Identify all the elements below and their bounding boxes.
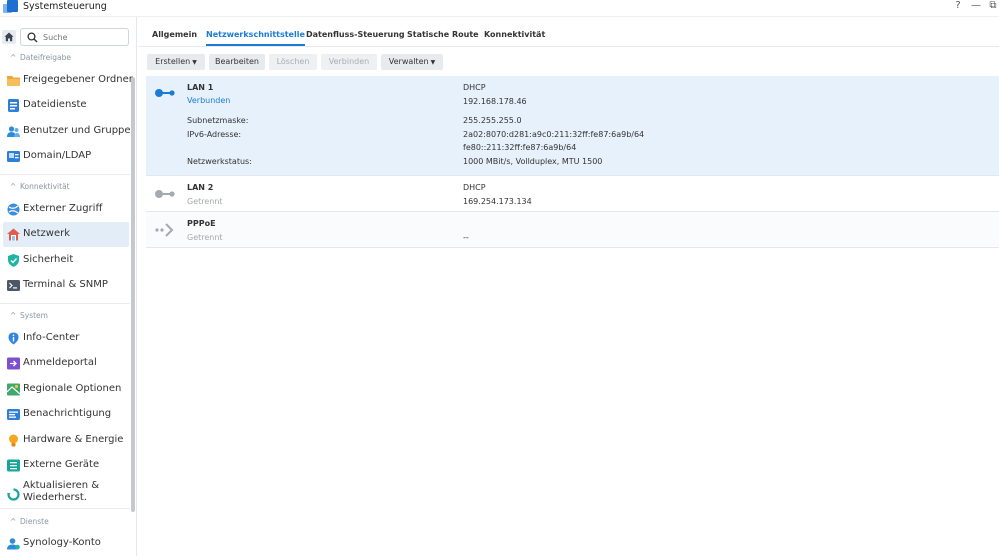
sidebar-item-sicherheit[interactable]: Sicherheit <box>3 248 129 273</box>
sidebar-item-anmeldeportal[interactable]: Anmeldeportal <box>3 351 129 376</box>
interface-ip: 169.254.173.134 <box>463 197 532 206</box>
interface-status: Verbunden <box>187 96 231 105</box>
main-panel: Allgemein Netzwerkschnittstelle Datenflu… <box>138 17 999 556</box>
section-dateifreigabe[interactable]: ^ Dateifreigabe <box>10 53 71 62</box>
section-system[interactable]: ^ System <box>10 311 48 320</box>
section-divider <box>0 174 130 175</box>
disconnected-plug-icon <box>155 190 175 198</box>
search-icon <box>27 32 38 43</box>
create-button[interactable]: Erstellen ▼ <box>147 54 205 70</box>
interface-row-pppoe[interactable]: PPPoE Getrennt -- <box>146 212 999 248</box>
caret-down-icon: ▼ <box>430 59 436 66</box>
network-status-label: Netzwerkstatus: <box>187 157 252 166</box>
connect-button[interactable]: Verbinden <box>321 54 377 70</box>
sidebar-scrollbar[interactable] <box>131 77 135 512</box>
sidebar-item-freigegebener-ordner[interactable]: Freigegebener Ordner <box>3 68 133 93</box>
tab-statische-route[interactable]: Statische Route <box>407 30 479 39</box>
notification-icon <box>7 409 20 420</box>
network-house-icon <box>7 228 20 241</box>
tab-konnektivitaet[interactable]: Konnektivität <box>484 30 545 39</box>
title-bar: Systemsteuerung ? — ⧉ <box>0 0 999 17</box>
section-divider <box>0 303 130 304</box>
sidebar-item-benachrichtigung[interactable]: Benachrichtigung <box>3 402 129 427</box>
subnet-value: 255.255.255.0 <box>463 116 522 125</box>
terminal-icon <box>7 280 20 291</box>
home-button[interactable] <box>2 30 16 44</box>
manage-button[interactable]: Verwalten ▼ <box>381 54 443 70</box>
sidebar-item-benutzer-und-gruppe[interactable]: Benutzer und Gruppe <box>3 119 131 144</box>
update-restore-icon <box>7 488 20 501</box>
shield-icon <box>8 254 19 267</box>
section-divider <box>0 508 130 509</box>
lightbulb-icon <box>9 434 18 447</box>
interface-row-lan2[interactable]: LAN 2 Getrennt DHCP 169.254.173.134 <box>146 176 999 212</box>
interface-name: LAN 2 <box>187 183 214 192</box>
user-group-icon <box>7 126 20 137</box>
search-input[interactable] <box>43 30 125 44</box>
interface-name: LAN 1 <box>187 83 214 92</box>
tab-datenfluss-steuerung[interactable]: Datenfluss-Steuerung <box>306 30 405 39</box>
pppoe-icon <box>155 223 174 237</box>
network-status-value: 1000 MBit/s, Vollduplex, MTU 1500 <box>463 157 603 166</box>
ipv6-value-1: 2a02:8070:d281:a9c0:211:32ff:fe87:6a9b/6… <box>463 130 645 139</box>
interface-ip: 192.168.178.46 <box>463 97 527 106</box>
interface-ip: -- <box>463 233 469 242</box>
sidebar-item-netzwerk[interactable]: Netzwerk <box>3 222 129 247</box>
regional-options-icon <box>7 383 20 396</box>
external-access-icon <box>7 203 20 216</box>
account-icon <box>7 538 20 550</box>
chevron-up-icon: ^ <box>10 182 17 191</box>
delete-button[interactable]: Löschen <box>269 54 317 70</box>
sidebar-item-terminal-snmp[interactable]: Terminal & SNMP <box>3 273 129 298</box>
interface-row-lan1[interactable]: LAN 1 Verbunden DHCP 192.168.178.46 Subn… <box>146 76 999 176</box>
interface-mode: DHCP <box>463 83 486 92</box>
login-portal-icon <box>7 357 20 370</box>
help-button[interactable]: ? <box>952 0 964 11</box>
ipv6-label: IPv6-Adresse: <box>187 130 242 139</box>
sidebar-item-domain-ldap[interactable]: Domain/LDAP <box>3 144 129 169</box>
domain-ldap-icon <box>7 151 20 162</box>
minimize-button[interactable]: — <box>970 0 982 11</box>
tab-netzwerkschnittstelle[interactable]: Netzwerkschnittstelle <box>206 30 305 46</box>
info-center-icon <box>8 332 19 345</box>
restore-button[interactable]: ⧉ <box>987 0 999 11</box>
section-dienste[interactable]: ^ Dienste <box>10 517 49 526</box>
sidebar: ^Dateifreigabe Freigegebener Ordner Date… <box>0 17 137 556</box>
connected-plug-icon <box>155 89 175 97</box>
window-title: Systemsteuerung <box>23 1 107 12</box>
sidebar-item-regionale-optionen[interactable]: Regionale Optionen <box>3 377 129 402</box>
interface-name: PPPoE <box>187 219 216 228</box>
chevron-up-icon: ^ <box>10 517 17 526</box>
chevron-up-icon: ^ <box>10 53 17 62</box>
sidebar-item-dateidienste[interactable]: Dateidienste <box>3 93 129 118</box>
sidebar-item-info-center[interactable]: Info-Center <box>3 326 129 351</box>
sidebar-item-synology-konto[interactable]: Synology-Konto <box>3 531 129 556</box>
shared-folder-icon <box>7 76 20 86</box>
interface-mode: DHCP <box>463 183 486 192</box>
sidebar-item-externer-zugriff[interactable]: Externer Zugriff <box>3 197 129 222</box>
edit-button[interactable]: Bearbeiten <box>209 54 265 70</box>
tab-allgemein[interactable]: Allgemein <box>152 30 197 39</box>
interface-status: Getrennt <box>187 233 223 242</box>
control-panel-app-icon <box>3 0 18 13</box>
subnet-label: Subnetzmaske: <box>187 116 249 125</box>
external-devices-icon <box>7 459 20 472</box>
ipv6-value-2: fe80::211:32ff:fe87:6a9b/64 <box>463 143 577 152</box>
caret-down-icon: ▼ <box>192 59 197 66</box>
home-icon <box>4 32 14 42</box>
tab-bar: Allgemein Netzwerkschnittstelle Datenflu… <box>138 17 999 47</box>
file-services-icon <box>8 99 19 112</box>
section-konnektivitaet[interactable]: ^ Konnektivität <box>10 182 70 191</box>
sidebar-item-externe-geraete[interactable]: Externe Geräte <box>3 453 129 478</box>
sidebar-item-aktualisieren-wiederherst[interactable]: Aktualisieren & Wiederherst. <box>3 479 129 511</box>
sidebar-item-hardware-energie[interactable]: Hardware & Energie <box>3 428 129 453</box>
chevron-up-icon: ^ <box>10 311 17 320</box>
interface-status: Getrennt <box>187 197 223 206</box>
search-box[interactable] <box>20 28 129 46</box>
